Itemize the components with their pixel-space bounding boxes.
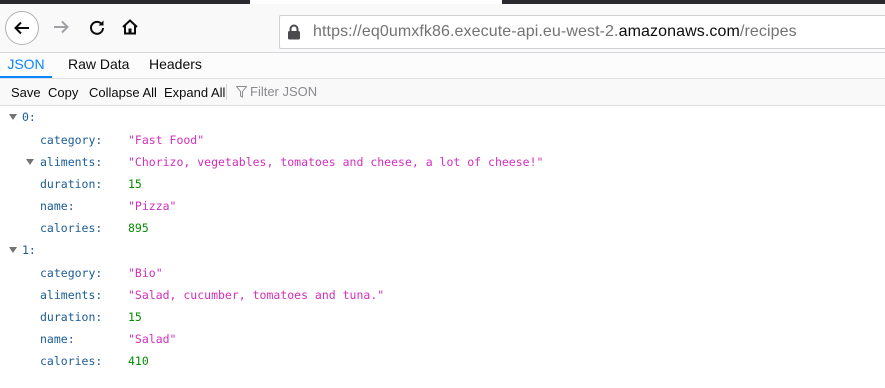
filter-icon <box>235 86 248 98</box>
tree-row-index[interactable]: 0: <box>0 106 885 128</box>
filter-placeholder: Filter JSON <box>250 84 318 99</box>
tree-row[interactable]: category: "Fast Food" <box>0 129 885 151</box>
tree-row[interactable]: aliments: "Chorizo, vegetables, tomatoes… <box>0 151 885 173</box>
filter-json-input[interactable]: Filter JSON <box>235 84 318 99</box>
field-key: calories: <box>40 354 103 368</box>
forward-button[interactable] <box>44 10 78 44</box>
url-domain: amazonaws.com <box>618 23 740 40</box>
field-value: "Fast Food" <box>128 133 205 147</box>
field-key: aliments: <box>40 288 103 302</box>
field-value: 15 <box>128 310 142 324</box>
reload-button[interactable] <box>80 10 114 44</box>
json-toolbar: Save Copy Collapse All Expand All Filter… <box>0 79 885 106</box>
field-value: 410 <box>128 354 149 368</box>
field-key: category: <box>40 266 103 280</box>
field-value: "Salad" <box>128 332 177 346</box>
arrow-right-icon <box>54 20 69 34</box>
url-prefix: https://eq0umxfk86.execute-api.eu-west-2… <box>313 23 619 40</box>
collapse-all-button[interactable]: Collapse All <box>89 85 157 100</box>
tree-row[interactable]: calories: 410 <box>0 350 885 372</box>
lock-icon[interactable] <box>287 24 301 40</box>
home-icon <box>122 19 138 35</box>
tab-headers[interactable]: Headers <box>149 53 202 78</box>
save-button[interactable]: Save <box>11 85 41 100</box>
field-key: duration: <box>40 177 103 191</box>
tree-row[interactable]: name: "Pizza" <box>0 195 885 217</box>
record-index: 0: <box>22 110 36 124</box>
navigation-bar: https://eq0umxfk86.execute-api.eu-west-2… <box>0 4 885 53</box>
home-button[interactable] <box>113 10 147 44</box>
field-value: "Bio" <box>128 266 163 280</box>
copy-button[interactable]: Copy <box>48 85 78 100</box>
field-key: duration: <box>40 310 103 324</box>
tab-json[interactable]: JSON <box>0 53 52 78</box>
expand-all-button[interactable]: Expand All <box>164 85 225 100</box>
expand-toggle-icon[interactable] <box>9 114 17 120</box>
url-path: /recipes <box>739 23 797 40</box>
record-index: 1: <box>22 243 36 257</box>
back-button[interactable] <box>5 11 39 45</box>
expand-toggle-icon[interactable] <box>26 159 34 165</box>
field-key: aliments: <box>40 155 103 169</box>
field-key: name: <box>40 332 75 346</box>
tree-row[interactable]: category: "Bio" <box>0 262 885 284</box>
field-key: calories: <box>40 221 103 235</box>
viewer-tabs: JSON Raw Data Headers <box>0 53 885 79</box>
tree-row[interactable]: calories: 895 <box>0 217 885 239</box>
tree-row[interactable]: duration: 15 <box>0 306 885 328</box>
toolbar-separator <box>226 84 227 100</box>
field-value: "Salad, cucumber, tomatoes and tuna." <box>128 288 385 302</box>
field-key: category: <box>40 133 103 147</box>
reload-icon <box>90 20 104 35</box>
field-key: name: <box>40 199 75 213</box>
url-text: https://eq0umxfk86.execute-api.eu-west-2… <box>313 23 797 41</box>
arrow-left-icon <box>14 21 29 35</box>
tree-row-index[interactable]: 1: <box>0 239 885 261</box>
url-bar[interactable]: https://eq0umxfk86.execute-api.eu-west-2… <box>279 15 885 49</box>
tab-raw-data[interactable]: Raw Data <box>68 53 129 78</box>
field-value: 895 <box>128 221 149 235</box>
tree-row[interactable]: aliments: "Salad, cucumber, tomatoes and… <box>0 284 885 306</box>
tree-row[interactable]: duration: 15 <box>0 173 885 195</box>
expand-toggle-icon[interactable] <box>9 247 17 253</box>
field-value: "Chorizo, vegetables, tomatoes and chees… <box>128 155 544 169</box>
field-value: 15 <box>128 177 142 191</box>
field-value: "Pizza" <box>128 199 177 213</box>
tree-row[interactable]: name: "Salad" <box>0 328 885 350</box>
